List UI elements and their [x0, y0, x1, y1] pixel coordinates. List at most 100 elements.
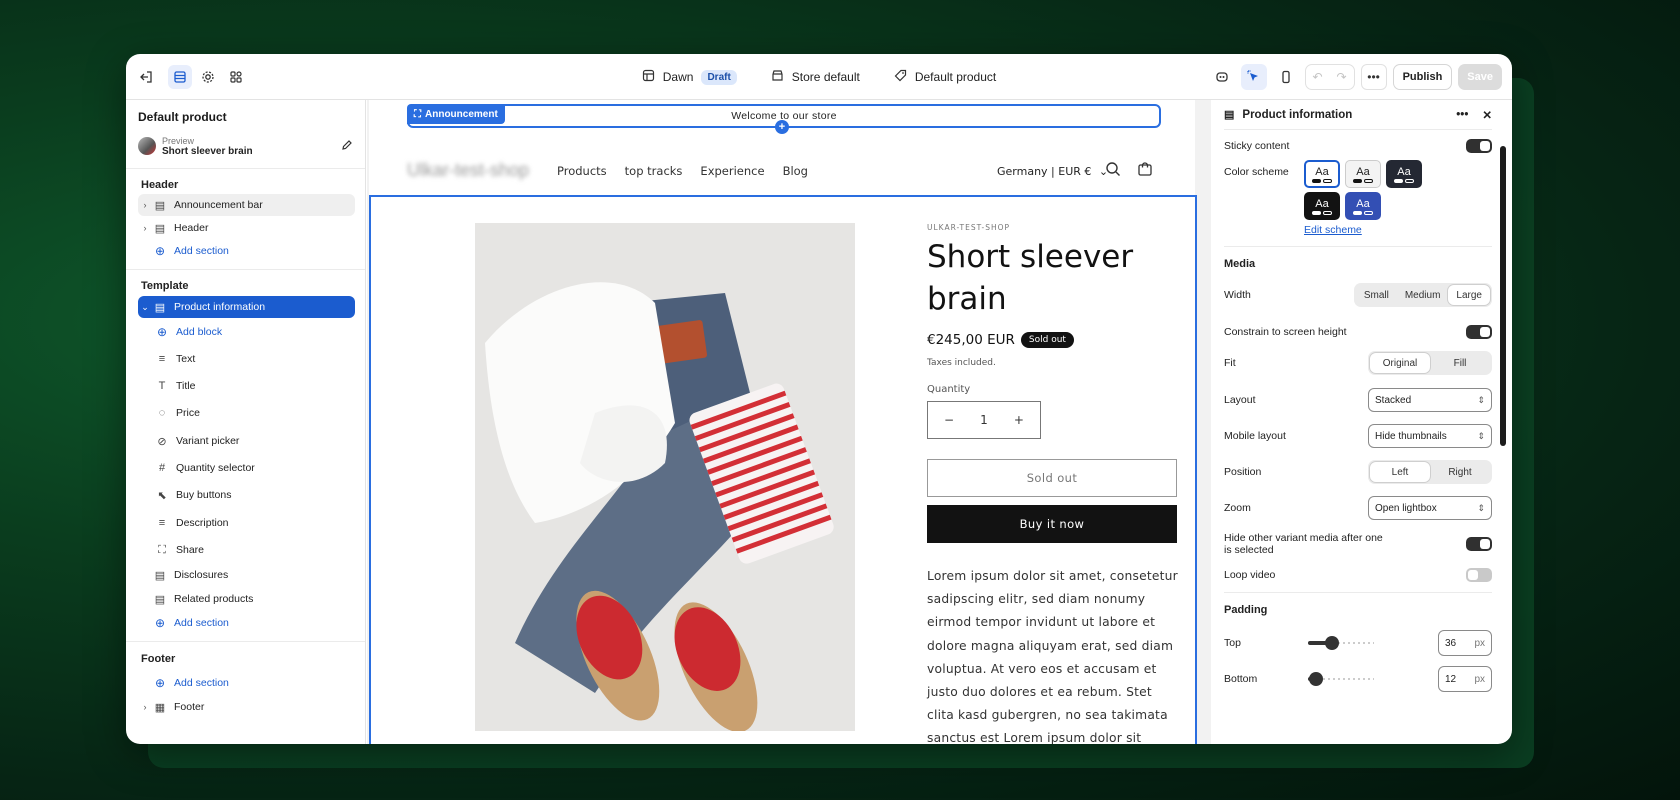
layout-select[interactable]: Stacked ⇕ — [1368, 388, 1492, 412]
scheme-swatch-2[interactable]: Aa — [1345, 160, 1381, 188]
more-options-icon[interactable]: ••• — [1360, 64, 1387, 90]
sidebar-item-announcement-bar[interactable]: › ▤ Announcement bar — [138, 194, 355, 216]
close-icon[interactable]: ✕ — [1482, 108, 1492, 122]
mobile-layout-select[interactable]: Hide thumbnails ⇕ — [1368, 424, 1492, 448]
padding-top-slider[interactable] — [1308, 636, 1374, 650]
padding-top-input[interactable]: 36 px — [1438, 630, 1492, 656]
template-selector[interactable]: Default product — [894, 69, 996, 85]
chevron-down-icon[interactable]: ⌄ — [138, 302, 152, 313]
nav-experience[interactable]: Experience — [700, 164, 764, 178]
theme-selector[interactable]: Dawn Draft — [642, 69, 737, 85]
add-block[interactable]: ⊕ Add block — [154, 321, 355, 343]
nav-products[interactable]: Products — [557, 164, 607, 178]
search-icon[interactable] — [1105, 161, 1121, 181]
fit-original-option[interactable]: Original — [1370, 353, 1430, 373]
sidebar-item-product-information[interactable]: ⌄ ▤ Product information — [138, 296, 355, 318]
insert-section-icon[interactable]: + — [775, 120, 789, 134]
hide-variant-toggle[interactable] — [1466, 537, 1492, 551]
sidebar-item-disclosures[interactable]: ▤ Disclosures — [138, 564, 355, 586]
scheme-swatch-1[interactable]: Aa — [1304, 160, 1340, 188]
edit-scheme-link[interactable]: Edit scheme — [1304, 224, 1362, 236]
shop-logo[interactable]: Ulkar-test-shop — [407, 160, 529, 181]
setting-label: Mobile layout — [1224, 430, 1286, 442]
undo-icon[interactable]: ↶ — [1306, 65, 1330, 89]
sidebar-item-related-products[interactable]: ▤ Related products — [138, 588, 355, 610]
width-small-option[interactable]: Small — [1356, 285, 1397, 305]
position-right-option[interactable]: Right — [1430, 462, 1490, 482]
block-variant-picker[interactable]: ⊘ Variant picker — [154, 430, 355, 452]
sidebar-item-footer[interactable]: › ▦ Footer — [138, 696, 355, 718]
buy-it-now-button[interactable]: Buy it now — [927, 505, 1177, 543]
exit-icon[interactable] — [134, 65, 158, 89]
slider-knob[interactable] — [1308, 672, 1323, 686]
more-options-icon[interactable]: ••• — [1456, 109, 1468, 121]
block-title[interactable]: T Title — [154, 375, 355, 397]
block-buy-buttons[interactable]: ⬉ Buy buttons — [154, 484, 355, 506]
nav-blog[interactable]: Blog — [783, 164, 808, 178]
quantity-stepper: − 1 + — [927, 401, 1041, 439]
sticky-content-toggle[interactable] — [1466, 139, 1492, 153]
width-large-option[interactable]: Large — [1448, 285, 1490, 305]
product-vendor: ULKAR-TEST-SHOP — [927, 223, 1011, 232]
block-text[interactable]: ≡ Text — [154, 348, 355, 370]
sold-out-button[interactable]: Sold out — [927, 459, 1177, 497]
zoom-select[interactable]: Open lightbox ⇕ — [1368, 496, 1492, 520]
padding-bottom-input[interactable]: 12 px — [1438, 666, 1492, 692]
constrain-toggle[interactable] — [1466, 325, 1492, 339]
chevron-right-icon[interactable]: › — [138, 200, 152, 210]
sidebar-item-label: Related products — [174, 593, 254, 605]
redo-icon[interactable]: ↷ — [1330, 65, 1354, 89]
product-information-section[interactable]: ULKAR-TEST-SHOP Short sleever brain €245… — [369, 195, 1197, 744]
block-label: Text — [176, 353, 196, 365]
preview-product[interactable]: Preview Short sleever brain — [138, 134, 353, 158]
locale-selector[interactable]: Germany | EUR € ⌄ — [997, 165, 1108, 178]
cart-icon[interactable] — [1137, 161, 1153, 181]
position-setting: Position Left Right — [1224, 459, 1492, 485]
slider-knob[interactable] — [1324, 636, 1339, 650]
sections-icon[interactable] — [168, 65, 192, 89]
scheme-swatch-4[interactable]: Aa — [1304, 192, 1340, 220]
panel-title: Product information — [1242, 108, 1353, 121]
save-button[interactable]: Save — [1458, 64, 1502, 90]
announcement-tag[interactable]: ⛶ Announcement — [407, 104, 505, 124]
pencil-icon[interactable] — [341, 139, 353, 154]
sidebar-item-header[interactable]: › ▤ Header — [138, 217, 355, 239]
width-medium-option[interactable]: Medium — [1397, 285, 1449, 305]
scheme-swatch-3[interactable]: Aa — [1386, 160, 1422, 188]
mobile-layout-value: Hide thumbnails — [1375, 430, 1447, 442]
fit-fill-option[interactable]: Fill — [1430, 353, 1490, 373]
layout-setting: Layout Stacked ⇕ — [1224, 387, 1492, 413]
publish-button[interactable]: Publish — [1392, 64, 1453, 90]
chevron-right-icon[interactable]: › — [138, 223, 152, 233]
swatch-label: Aa — [1356, 197, 1370, 210]
position-left-option[interactable]: Left — [1370, 462, 1430, 482]
scheme-swatch-5[interactable]: Aa — [1345, 192, 1381, 220]
add-section-header[interactable]: ⊕ Add section — [138, 240, 355, 262]
product-image[interactable] — [475, 223, 855, 731]
setting-label: Loop video — [1224, 569, 1276, 581]
apps-icon[interactable] — [224, 65, 248, 89]
gear-icon[interactable] — [196, 65, 220, 89]
add-section-footer[interactable]: ⊕ Add section — [138, 672, 355, 694]
store-selector[interactable]: Store default — [771, 69, 860, 85]
block-description[interactable]: ≡ Description — [154, 512, 355, 534]
block-share[interactable]: ⛶ Share — [154, 539, 355, 561]
mobile-preview-icon[interactable] — [1273, 64, 1299, 90]
minus-icon[interactable]: − — [944, 413, 954, 427]
select-cursor-icon[interactable] — [1240, 64, 1267, 90]
padding-section-title: Padding — [1224, 604, 1268, 616]
add-section-template[interactable]: ⊕ Add section — [138, 612, 355, 634]
scrollbar[interactable] — [1500, 146, 1506, 446]
padding-bottom-slider[interactable] — [1308, 672, 1374, 686]
sidebar-item-label: Footer — [174, 701, 205, 713]
chevron-right-icon[interactable]: › — [138, 702, 152, 712]
hash-icon: # — [158, 462, 166, 474]
quantity-value[interactable]: 1 — [980, 413, 988, 427]
block-price[interactable]: ◌ Price — [154, 402, 355, 424]
storefront: Welcome to our store ⛶ Announcement + Ul… — [369, 100, 1197, 744]
nav-top-tracks[interactable]: top tracks — [625, 164, 683, 178]
loop-video-toggle[interactable] — [1466, 568, 1492, 582]
inspector-icon[interactable] — [1209, 64, 1235, 90]
plus-icon[interactable]: + — [1014, 413, 1024, 427]
block-quantity-selector[interactable]: # Quantity selector — [154, 457, 355, 479]
